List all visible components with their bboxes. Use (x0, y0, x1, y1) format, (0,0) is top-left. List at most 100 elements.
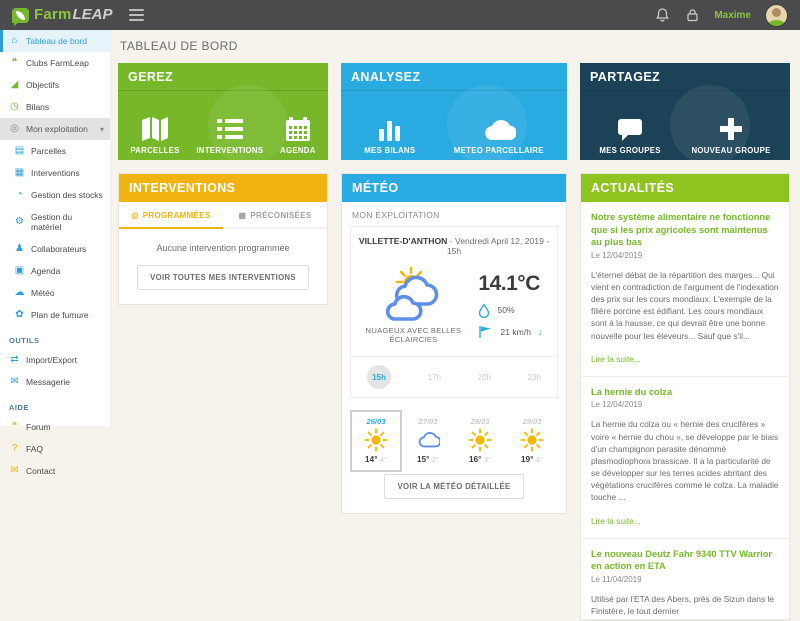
sidebar-item-contact[interactable]: ✉ Contact (0, 460, 110, 482)
clock-badge-icon: ◎ (131, 211, 139, 220)
shortcut-interventions[interactable]: INTERVENTIONS (196, 116, 263, 155)
sidebar-item-label: Interventions (31, 168, 80, 178)
sidebar-item-tableau-de-bord[interactable]: ⌂ Tableau de bord (0, 30, 110, 52)
people-icon: ♟ (15, 243, 24, 254)
calendar-icon: ▣ (14, 265, 25, 276)
news-body: La hernie du colza ou « hernie des cruci… (591, 419, 779, 503)
speech-bubble-icon (618, 119, 643, 141)
shortcut-label: PARCELLES (130, 146, 180, 155)
tab-preconisees[interactable]: ▦ PRÉCONISÉES (223, 202, 327, 227)
sidebar: ⌂ Tableau de bord ❝ Clubs FarmLeap ◢ Obj… (0, 30, 111, 476)
shortcut-label: NOUVEAU GROUPE (691, 146, 771, 155)
forecast-date: 27/03 (418, 417, 438, 426)
hour-option[interactable]: 20h (478, 373, 491, 382)
sidebar-item-mon-exploitation[interactable]: ◎ Mon exploitation ▾ (0, 118, 110, 140)
parcels-icon: ▤ (14, 145, 25, 156)
sidebar-item-interventions[interactable]: ▦ Interventions (0, 162, 110, 184)
sidebar-item-gestion-des-stocks[interactable]: ◔ Gestion des stocks (0, 184, 110, 206)
sidebar-item-gestion-du-materiel[interactable]: ⚙ Gestion du matériel (0, 206, 110, 238)
shortcut-parcelles[interactable]: PARCELLES (130, 116, 179, 155)
gauge-icon: ◎ (10, 123, 19, 134)
detailed-weather-button[interactable]: VOIR LA MÉTÉO DÉTAILLÉE (384, 474, 524, 499)
sidebar-item-import-export[interactable]: ⇄ Import/Export (0, 349, 110, 371)
sidebar-item-faq[interactable]: ? FAQ (0, 438, 110, 460)
meteo-wind: 21 km/h (500, 326, 531, 337)
sidebar-item-label: Contact (26, 466, 56, 476)
shortcut-label: AGENDA (280, 146, 316, 155)
hour-option[interactable]: 17h (428, 373, 441, 382)
card-gerez: GEREZ PARCELLES INTERVENTIONS AGENDA (118, 63, 328, 160)
shortcut-mes-groupes[interactable]: MES GROUPES (599, 116, 660, 155)
news-title[interactable]: Notre système alimentaire ne fonctionne … (591, 211, 779, 249)
read-more-link[interactable]: Lire la suite... (591, 516, 641, 526)
import-export-icon: ⇄ (10, 354, 19, 365)
sidebar-item-plan-de-fumure[interactable]: ✿ Plan de fumure (0, 304, 110, 326)
hour-option[interactable]: 15h (367, 365, 391, 389)
shortcut-nouveau-groupe[interactable]: NOUVEAU GROUPE (691, 116, 770, 155)
news-article: Le nouveau Deutz Fahr 9340 TTV Warrior e… (581, 539, 789, 621)
shortcut-meteo-parcellaire[interactable]: METEO PARCELLAIRE (454, 116, 544, 155)
card-analysez-title: ANALYSEZ (341, 63, 567, 91)
sidebar-item-label: Mon exploitation (26, 124, 88, 134)
card-analysez: ANALYSEZ MES BILANS METEO PARCELLAIRE (341, 63, 567, 160)
meteo-humidity-row: 50% (478, 302, 542, 318)
avatar[interactable] (765, 3, 788, 27)
news-title[interactable]: La hernie du colza (591, 386, 779, 399)
calendar-icon (285, 117, 310, 141)
tab-label: PRÉCONISÉES (250, 211, 312, 220)
sidebar-item-collaborateurs[interactable]: ♟ Collaborateurs (0, 238, 110, 260)
card-partagez: PARTAGEZ MES GROUPES NOUVEAU GROUPE (580, 63, 790, 160)
interventions-panel: INTERVENTIONS ◎ PROGRAMMÉES ▦ PRÉCONISÉE… (118, 173, 328, 305)
forecast-low: 3° (535, 455, 544, 464)
sidebar-item-label: Plan de fumure (31, 310, 89, 320)
farmleap-logo[interactable]: FarmLEAP (12, 6, 113, 26)
sidebar-item-objectifs[interactable]: ◢ Objectifs (0, 74, 110, 96)
bar-chart-icon (378, 121, 400, 141)
read-more-link[interactable]: Lire la suite... (591, 354, 641, 364)
shortcut-label: MES GROUPES (599, 146, 661, 155)
shortcut-mes-bilans[interactable]: MES BILANS (364, 116, 415, 155)
forecast-date: 28/03 (470, 417, 490, 426)
news-title[interactable]: Le nouveau Deutz Fahr 9340 TTV Warrior e… (591, 548, 779, 573)
view-all-interventions-button[interactable]: VOIR TOUTES MES INTERVENTIONS (137, 265, 309, 290)
menu-toggle-icon[interactable] (128, 6, 144, 24)
plant-icon: ✿ (15, 309, 24, 320)
tab-programmees[interactable]: ◎ PROGRAMMÉES (119, 202, 223, 229)
sidebar-item-meteo[interactable]: ☁ Météo (0, 282, 110, 304)
user-menu[interactable]: Maxime (714, 10, 751, 21)
sidebar-item-messagerie[interactable]: ✉ Messagerie (0, 371, 110, 393)
card-gerez-title: GEREZ (118, 63, 328, 91)
forecast-day[interactable]: 26/03 14° 4° (350, 410, 402, 472)
sidebar-item-forum[interactable]: ❝ Forum (0, 416, 110, 438)
brand-farm: Farm (34, 6, 72, 23)
clock-icon: ◷ (10, 101, 19, 112)
column-actualites: PARTAGEZ MES GROUPES NOUVEAU GROUPE ACTU… (580, 63, 790, 621)
main-content: TABLEAU DE BORD GEREZ PARCELLES INTERVEN… (110, 30, 800, 621)
notifications-bell-icon[interactable] (654, 7, 670, 23)
sidebar-item-parcelles[interactable]: ▤ Parcelles (0, 140, 110, 162)
forecast-day[interactable]: 29/03 19° 3° (506, 410, 558, 472)
lock-icon[interactable] (684, 7, 700, 23)
meteo-forecast: 26/03 14° 4° 27/03 15° 2° 28/03 16° 3° 2… (350, 410, 558, 472)
meteo-datetime: - Vendredi April 12, 2019 - 15h (446, 236, 550, 256)
plus-icon (720, 118, 743, 140)
list-icon (216, 119, 243, 139)
meteo-wind-row: 21 km/h ↓ (478, 325, 543, 339)
forecast-date: 26/03 (366, 417, 386, 426)
sidebar-item-bilans[interactable]: ◷ Bilans (0, 96, 110, 118)
forecast-low: 2° (431, 455, 440, 464)
shortcut-agenda[interactable]: AGENDA (280, 116, 316, 155)
sidebar-item-label: Messagerie (26, 377, 70, 387)
wind-direction-arrow-icon: ↓ (538, 326, 543, 337)
leaf-bubble-icon (12, 7, 29, 26)
chevron-down-icon: ▾ (99, 124, 104, 134)
topbar: FarmLEAP Maxime (0, 0, 800, 30)
meteo-hours: 15h 17h 20h 23h (351, 356, 557, 397)
sidebar-item-clubs-farmleap[interactable]: ❝ Clubs FarmLeap (0, 52, 110, 74)
sidebar-item-label: Collaborateurs (31, 244, 87, 254)
forecast-day[interactable]: 28/03 16° 3° (454, 410, 506, 472)
hour-option[interactable]: 23h (528, 373, 541, 382)
meteo-current-card: VILLETTE-D'ANTHON - Vendredi April 12, 2… (350, 226, 558, 398)
forecast-day[interactable]: 27/03 15° 2° (402, 410, 454, 472)
sidebar-item-agenda[interactable]: ▣ Agenda (0, 260, 110, 282)
